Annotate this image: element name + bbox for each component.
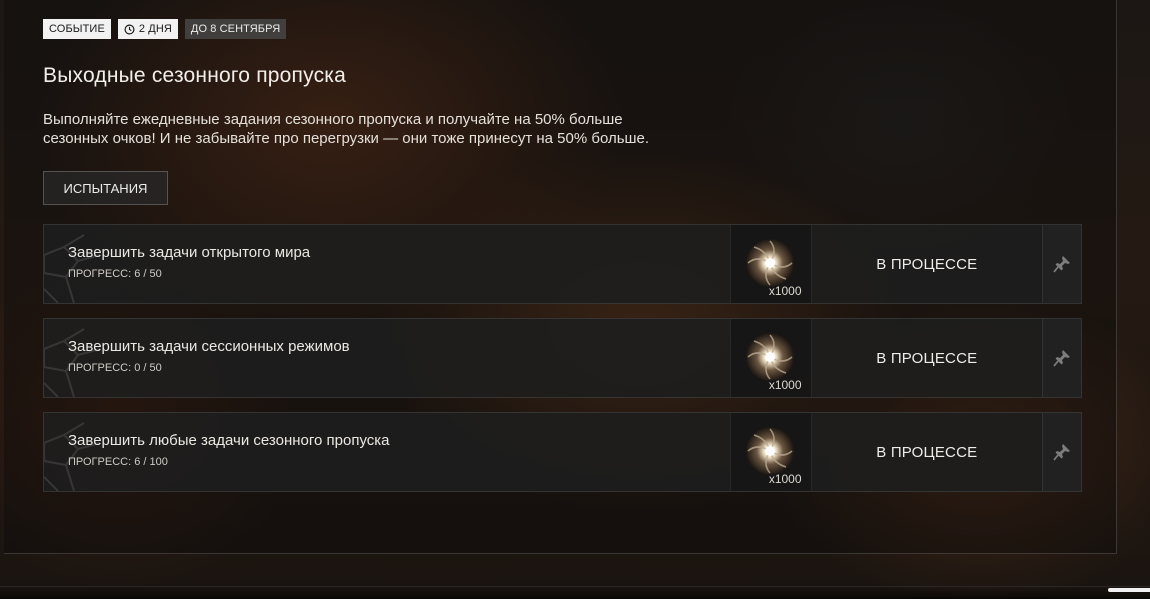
task-progress: ПРОГРЕСС: 0 / 50 bbox=[68, 362, 162, 374]
reward-quantity: x1000 bbox=[768, 472, 802, 486]
season-points-orb-icon bbox=[745, 427, 794, 475]
task-reward[interactable]: x1000 bbox=[729, 225, 812, 303]
pin-button[interactable] bbox=[1042, 225, 1081, 303]
event-duration-badge: 2 ДНЯ bbox=[117, 19, 178, 39]
task-status: В ПРОЦЕССЕ bbox=[876, 349, 978, 367]
task-status: В ПРОЦЕССЕ bbox=[876, 443, 978, 461]
row-pattern-decoration bbox=[44, 234, 101, 303]
pin-icon bbox=[1053, 256, 1071, 273]
corner-indicator bbox=[1108, 588, 1150, 592]
row-pattern-decoration bbox=[44, 328, 101, 397]
task-row: Завершить задачи сессионных режимов ПРОГ… bbox=[43, 318, 1082, 398]
task-reward[interactable]: x1000 bbox=[729, 413, 812, 491]
task-title: Завершить задачи сессионных режимов bbox=[68, 338, 350, 355]
task-row: Завершить любые задачи сезонного пропуск… bbox=[43, 412, 1082, 492]
task-status: В ПРОЦЕССЕ bbox=[876, 255, 978, 273]
pin-button[interactable] bbox=[1042, 319, 1081, 397]
reward-quantity: x1000 bbox=[768, 378, 802, 392]
season-points-orb-icon bbox=[745, 239, 794, 287]
row-pattern-decoration bbox=[44, 422, 101, 491]
task-info: Завершить задачи открытого мира ПРОГРЕСС… bbox=[44, 225, 730, 303]
clock-icon bbox=[124, 24, 135, 34]
pin-icon bbox=[1053, 444, 1071, 461]
event-duration-label: 2 ДНЯ bbox=[138, 23, 172, 35]
pin-icon bbox=[1053, 350, 1071, 367]
task-reward[interactable]: x1000 bbox=[729, 319, 812, 397]
task-info: Завершить задачи сессионных режимов ПРОГ… bbox=[44, 319, 730, 397]
event-badges: СОБЫТИЕ 2 ДНЯ ДО 8 СЕНТЯБРЯ bbox=[43, 19, 287, 39]
event-type-badge: СОБЫТИЕ bbox=[43, 19, 111, 39]
event-description: Выполняйте ежедневные задания сезонного … bbox=[43, 111, 650, 147]
event-deadline-badge: ДО 8 СЕНТЯБРЯ bbox=[184, 19, 287, 39]
bottom-bar bbox=[0, 586, 1150, 599]
task-title: Завершить задачи открытого мира bbox=[68, 244, 311, 261]
season-points-orb-icon bbox=[745, 333, 794, 381]
tab-challenges[interactable]: ИСПЫТАНИЯ bbox=[43, 171, 168, 205]
task-progress: ПРОГРЕСС: 6 / 50 bbox=[68, 268, 162, 280]
task-info: Завершить любые задачи сезонного пропуск… bbox=[44, 413, 730, 491]
task-row: Завершить задачи открытого мира ПРОГРЕСС… bbox=[43, 224, 1082, 304]
event-title: Выходные сезонного пропуска bbox=[43, 64, 347, 87]
task-title: Завершить любые задачи сезонного пропуск… bbox=[68, 432, 390, 449]
pin-button[interactable] bbox=[1042, 413, 1081, 491]
task-progress: ПРОГРЕСС: 6 / 100 bbox=[68, 456, 168, 468]
reward-quantity: x1000 bbox=[768, 284, 802, 298]
